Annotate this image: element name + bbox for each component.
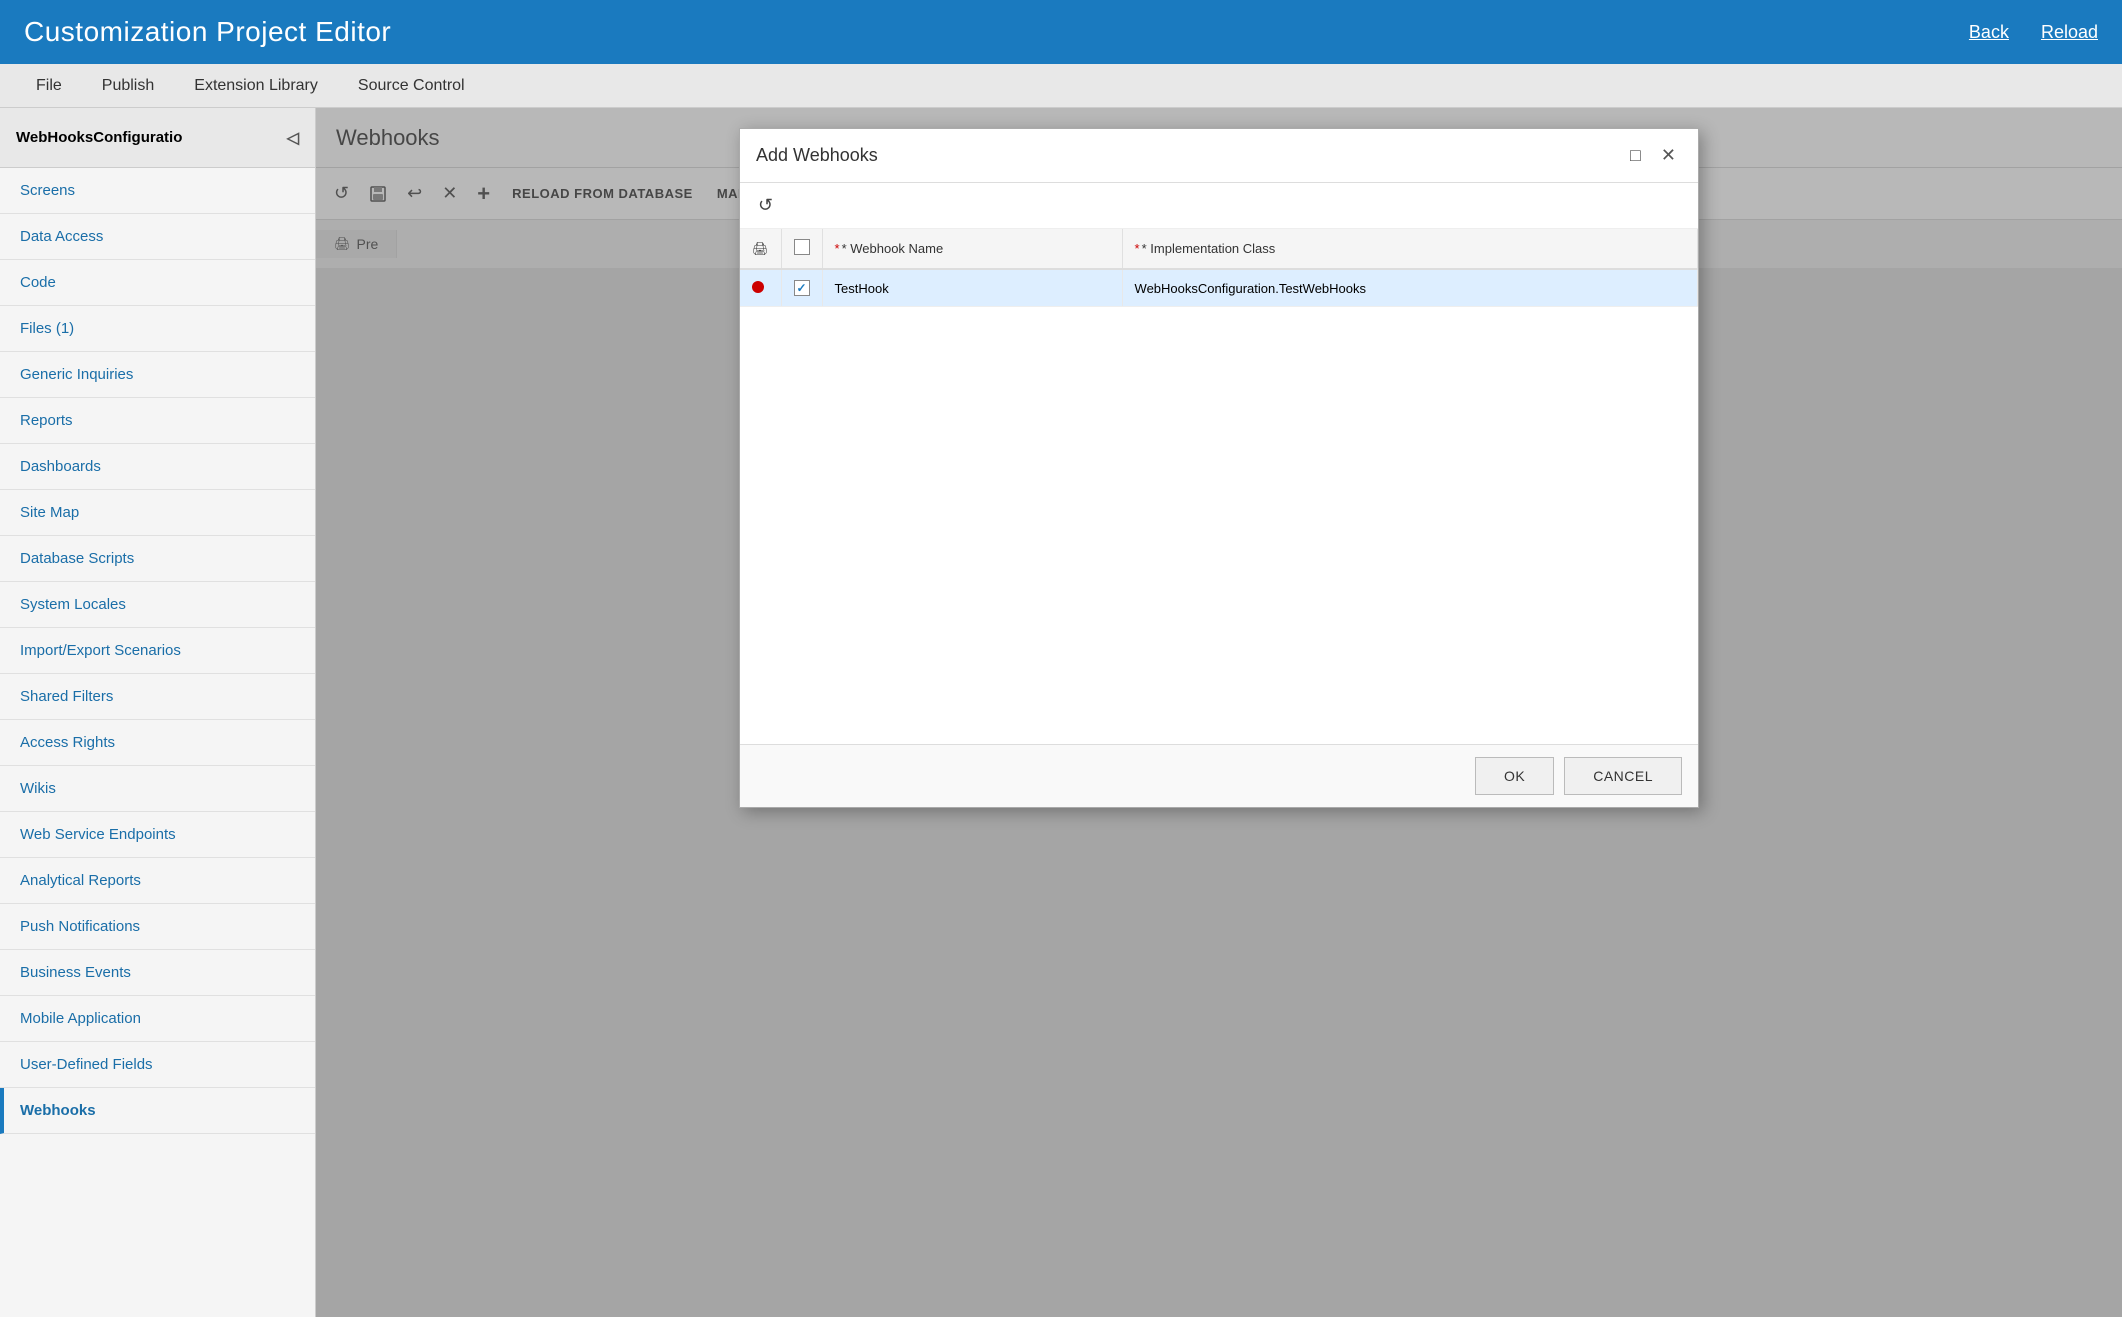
table-checkbox-col-header <box>781 229 822 269</box>
sidebar-item-site-map[interactable]: Site Map <box>0 490 315 536</box>
sidebar-item-mobile-application[interactable]: Mobile Application <box>0 996 315 1042</box>
dialog-header-buttons: □ ✕ <box>1624 143 1682 168</box>
add-webhooks-dialog: Add Webhooks □ ✕ ↺ <box>739 128 1699 808</box>
select-all-checkbox[interactable] <box>794 239 810 255</box>
header-links: Back Reload <box>1969 22 2098 43</box>
ok-button[interactable]: OK <box>1475 757 1554 795</box>
sidebar-item-push-notifications[interactable]: Push Notifications <box>0 904 315 950</box>
menu-bar: File Publish Extension Library Source Co… <box>0 64 2122 108</box>
sidebar-item-user-defined-fields[interactable]: User-Defined Fields <box>0 1042 315 1088</box>
menu-item-extension-library[interactable]: Extension Library <box>174 64 338 107</box>
sidebar-header: WebHooksConfiguratio ◁ <box>0 108 315 168</box>
sidebar-item-import-export[interactable]: Import/Export Scenarios <box>0 628 315 674</box>
sidebar-item-files[interactable]: Files (1) <box>0 306 315 352</box>
sidebar-item-analytical-reports[interactable]: Analytical Reports <box>0 858 315 904</box>
sidebar-item-access-rights[interactable]: Access Rights <box>0 720 315 766</box>
sidebar-item-shared-filters[interactable]: Shared Filters <box>0 674 315 720</box>
dialog-toolbar: ↺ <box>740 183 1698 229</box>
dialog-overlay: Add Webhooks □ ✕ ↺ <box>316 108 2122 1317</box>
dialog-title: Add Webhooks <box>756 145 878 166</box>
row-checkbox-cell <box>781 269 822 307</box>
menu-item-publish[interactable]: Publish <box>82 64 174 107</box>
table-row[interactable]: TestHook WebHooksConfiguration.TestWebHo… <box>740 269 1698 307</box>
app-title: Customization Project Editor <box>24 16 391 48</box>
sidebar-item-data-access[interactable]: Data Access <box>0 214 315 260</box>
row-status-cell <box>740 269 781 307</box>
cancel-button[interactable]: CANCEL <box>1564 757 1682 795</box>
sidebar-item-web-service-endpoints[interactable]: Web Service Endpoints <box>0 812 315 858</box>
main-layout: WebHooksConfiguratio ◁ Screens Data Acce… <box>0 108 2122 1317</box>
menu-item-file[interactable]: File <box>16 64 82 107</box>
webhook-name-cell[interactable]: TestHook <box>822 269 1122 307</box>
back-link[interactable]: Back <box>1969 22 2009 43</box>
sidebar-item-generic-inquiries[interactable]: Generic Inquiries <box>0 352 315 398</box>
row-checkbox[interactable] <box>794 280 810 296</box>
webhooks-table: 🖨 ** Webhook Name ** Implementation Clas… <box>740 229 1698 307</box>
sidebar-item-wikis[interactable]: Wikis <box>0 766 315 812</box>
dialog-refresh-btn[interactable]: ↺ <box>752 191 779 220</box>
sidebar-item-system-locales[interactable]: System Locales <box>0 582 315 628</box>
sidebar-item-screens[interactable]: Screens <box>0 168 315 214</box>
sidebar-toggle-btn[interactable]: ◁ <box>287 128 299 148</box>
sidebar-item-database-scripts[interactable]: Database Scripts <box>0 536 315 582</box>
webhook-name-col-header: ** Webhook Name <box>822 229 1122 269</box>
table-print-col-header: 🖨 <box>740 229 781 269</box>
sidebar-item-dashboards[interactable]: Dashboards <box>0 444 315 490</box>
sidebar: WebHooksConfiguratio ◁ Screens Data Acce… <box>0 108 316 1317</box>
implementation-class-cell[interactable]: WebHooksConfiguration.TestWebHooks <box>1122 269 1697 307</box>
sidebar-item-reports[interactable]: Reports <box>0 398 315 444</box>
dialog-footer: OK CANCEL <box>740 744 1698 807</box>
reload-link[interactable]: Reload <box>2041 22 2098 43</box>
app-header: Customization Project Editor Back Reload <box>0 0 2122 64</box>
print-icon: 🖨 <box>752 241 769 256</box>
sidebar-item-business-events[interactable]: Business Events <box>0 950 315 996</box>
dialog-close-btn[interactable]: ✕ <box>1655 143 1682 168</box>
content-area: Webhooks ↺ ↩ ✕ + RELOAD FROM DATABASE MA… <box>316 108 2122 1317</box>
dialog-minimize-btn[interactable]: □ <box>1624 143 1647 168</box>
dialog-header: Add Webhooks □ ✕ <box>740 129 1698 183</box>
sidebar-item-code[interactable]: Code <box>0 260 315 306</box>
menu-item-source-control[interactable]: Source Control <box>338 64 485 107</box>
dialog-content: 🖨 ** Webhook Name ** Implementation Clas… <box>740 229 1698 744</box>
sidebar-item-webhooks[interactable]: Webhooks <box>0 1088 315 1134</box>
implementation-class-col-header: ** Implementation Class <box>1122 229 1697 269</box>
modified-indicator <box>752 281 764 293</box>
project-name-label: WebHooksConfiguratio <box>16 129 182 146</box>
